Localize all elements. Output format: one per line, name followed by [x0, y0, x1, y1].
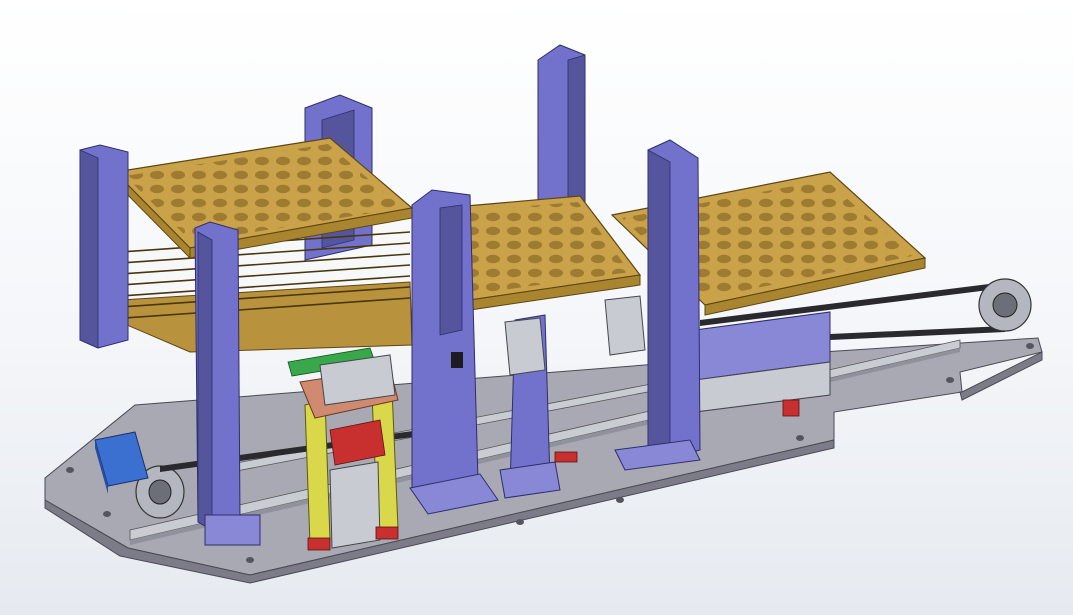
tray-stack-left [119, 231, 413, 353]
machine-assembly-render [44, 44, 1043, 584]
cad-viewport[interactable] [0, 0, 1073, 615]
lift-cylinder-left [304, 399, 331, 546]
upright-front-left-rear [79, 144, 129, 349]
